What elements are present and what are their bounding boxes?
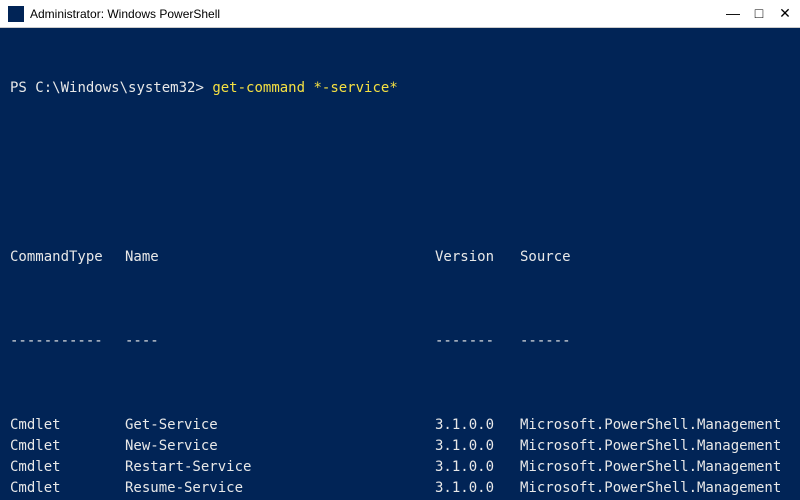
output-rows: CmdletGet-Service3.1.0.0Microsoft.PowerS… bbox=[10, 415, 790, 500]
cell-name: Restart-Service bbox=[125, 457, 435, 478]
dash-source: ------ bbox=[520, 331, 790, 352]
cell-source: Microsoft.PowerShell.Management bbox=[520, 415, 790, 436]
console-area[interactable]: PS C:\Windows\system32> get-command *-se… bbox=[0, 28, 800, 500]
dash-name: ---- bbox=[125, 331, 435, 352]
output-row: CmdletNew-Service3.1.0.0Microsoft.PowerS… bbox=[10, 436, 790, 457]
cell-version: 3.1.0.0 bbox=[435, 415, 520, 436]
cell-source: Microsoft.PowerShell.Management bbox=[520, 436, 790, 457]
prompt-path: C:\Windows\system32 bbox=[35, 80, 195, 96]
cell-version: 3.1.0.0 bbox=[435, 457, 520, 478]
cell-name: New-Service bbox=[125, 436, 435, 457]
prompt-ps: PS bbox=[10, 80, 35, 96]
powershell-icon bbox=[8, 6, 24, 22]
prompt-gt: > bbox=[195, 80, 212, 96]
header-version: Version bbox=[435, 247, 520, 268]
cell-commandtype: Cmdlet bbox=[10, 457, 125, 478]
output-row: CmdletResume-Service3.1.0.0Microsoft.Pow… bbox=[10, 478, 790, 499]
cell-version: 3.1.0.0 bbox=[435, 436, 520, 457]
cell-source: Microsoft.PowerShell.Management bbox=[520, 478, 790, 499]
output-row: CmdletRestart-Service3.1.0.0Microsoft.Po… bbox=[10, 457, 790, 478]
output-row: CmdletGet-Service3.1.0.0Microsoft.PowerS… bbox=[10, 415, 790, 436]
minimize-button[interactable]: — bbox=[726, 5, 740, 22]
cell-name: Get-Service bbox=[125, 415, 435, 436]
cell-commandtype: Cmdlet bbox=[10, 478, 125, 499]
output-dash-row: ----------- ---- ------- ------ bbox=[10, 331, 790, 352]
cell-version: 3.1.0.0 bbox=[435, 478, 520, 499]
cell-name: Resume-Service bbox=[125, 478, 435, 499]
close-button[interactable]: ✕ bbox=[778, 5, 792, 22]
window-title: Administrator: Windows PowerShell bbox=[30, 7, 726, 21]
output-header-row: CommandType Name Version Source bbox=[10, 247, 790, 268]
dash-commandtype: ----------- bbox=[10, 331, 125, 352]
window-titlebar[interactable]: Administrator: Windows PowerShell — □ ✕ bbox=[0, 0, 800, 28]
window-controls: — □ ✕ bbox=[726, 5, 792, 22]
cell-source: Microsoft.PowerShell.Management bbox=[520, 457, 790, 478]
prompt-line-command: PS C:\Windows\system32> get-command *-se… bbox=[10, 78, 790, 99]
entered-command: get-command *-service* bbox=[212, 80, 397, 96]
dash-version: ------- bbox=[435, 331, 520, 352]
blank-line bbox=[10, 164, 790, 184]
powershell-window: Administrator: Windows PowerShell — □ ✕ … bbox=[0, 0, 800, 500]
maximize-button[interactable]: □ bbox=[752, 5, 766, 22]
header-commandtype: CommandType bbox=[10, 247, 125, 268]
cell-commandtype: Cmdlet bbox=[10, 415, 125, 436]
cell-commandtype: Cmdlet bbox=[10, 436, 125, 457]
header-source: Source bbox=[520, 247, 790, 268]
header-name: Name bbox=[125, 247, 435, 268]
